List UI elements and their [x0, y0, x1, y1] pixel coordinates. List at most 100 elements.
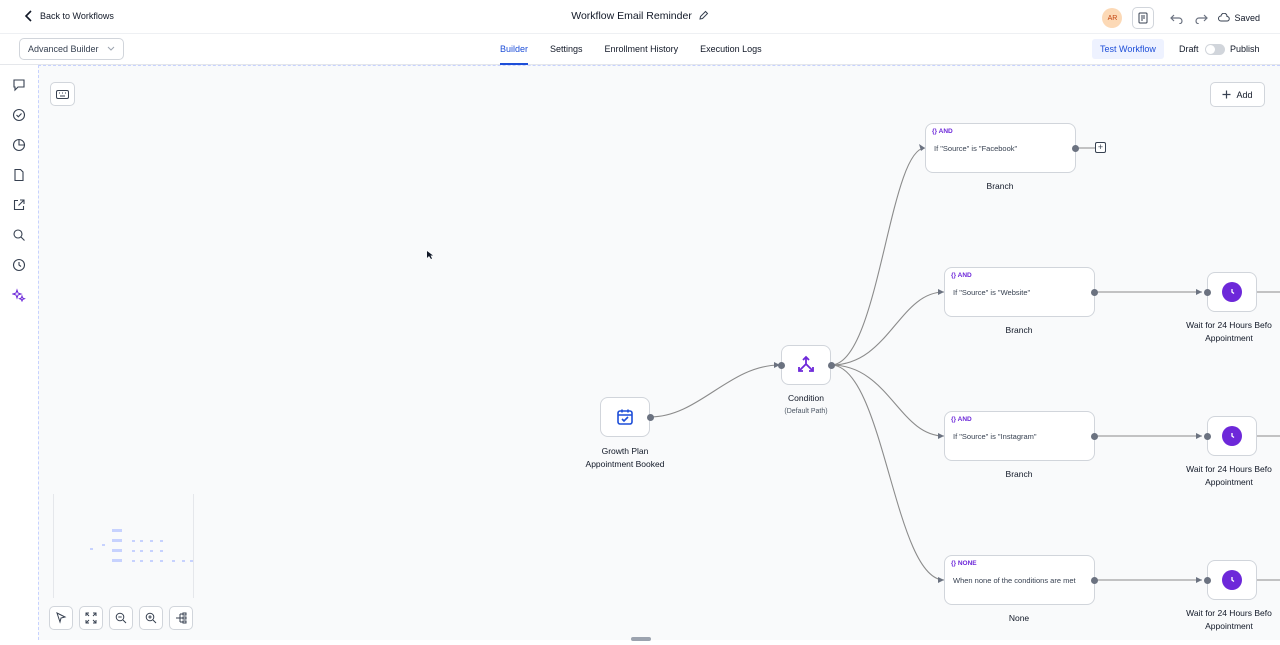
branch-condition: If "Source" is "Facebook" [934, 144, 1018, 153]
wait-label-line1: Wait for 24 Hours Befo [1186, 320, 1272, 330]
builder-mode-select[interactable]: Advanced Builder [19, 38, 124, 60]
branch-tag: {} AND [932, 128, 953, 135]
branch-node-instagram[interactable]: {} AND If "Source" is "Instagram" [944, 411, 1095, 461]
wait-label-line1: Wait for 24 Hours Befo [1186, 608, 1272, 618]
header-actions: AR Saved [1102, 7, 1260, 29]
workflow-canvas[interactable]: Add Growth Plan Appointment Booked Condi… [38, 65, 1280, 641]
top-bar: Back to Workflows Workflow Email Reminde… [0, 0, 1280, 34]
condition-input-handle[interactable] [778, 362, 785, 369]
wait-label-line1: Wait for 24 Hours Befo [1186, 464, 1272, 474]
branch-condition: If "Source" is "Instagram" [953, 432, 1037, 441]
back-to-workflows-link[interactable]: Back to Workflows [24, 10, 114, 22]
wait-label-line2: Appointment [1205, 477, 1253, 487]
tab-builder[interactable]: Builder [500, 34, 529, 65]
arrowhead-wait-1 [1196, 289, 1202, 295]
publish-toggle[interactable] [1205, 44, 1225, 55]
select-tool-button[interactable] [49, 606, 73, 630]
wait-3-label: Wait for 24 Hours Befo Appointment [1177, 607, 1280, 633]
tab-bar: Builder Settings Enrollment History Exec… [500, 34, 762, 65]
arrowhead-wait-2 [1196, 433, 1202, 439]
left-sidebar [0, 65, 38, 645]
wait-label-line2: Appointment [1205, 621, 1253, 631]
branch-node-facebook[interactable]: {} AND If "Source" is "Facebook" [925, 123, 1076, 173]
undo-icon[interactable] [1170, 12, 1184, 24]
branch-node-none[interactable]: {} NONE When none of the conditions are … [944, 555, 1095, 605]
wait-node-2[interactable] [1207, 416, 1257, 456]
wait-2-input-handle[interactable] [1204, 433, 1211, 440]
fit-view-button[interactable] [79, 606, 103, 630]
minimap[interactable] [53, 494, 194, 598]
cursor-icon [56, 612, 67, 624]
history-icon[interactable] [12, 258, 26, 272]
workflow-title[interactable]: Workflow Email Reminder [571, 10, 692, 22]
branch-1-output-handle[interactable] [1072, 145, 1079, 152]
wait-node-1[interactable] [1207, 272, 1257, 312]
wait-1-label: Wait for 24 Hours Befo Appointment [1177, 319, 1280, 345]
chat-icon[interactable] [12, 78, 26, 92]
workflow-title-wrap: Workflow Email Reminder [0, 10, 1280, 22]
trigger-label-line1: Growth Plan [601, 446, 649, 456]
branch-tag: {} AND [951, 416, 972, 423]
add-step-button[interactable]: + [1095, 142, 1106, 153]
zoom-in-icon [145, 612, 157, 624]
test-workflow-button[interactable]: Test Workflow [1092, 39, 1164, 59]
split-arrows-icon [798, 355, 814, 372]
chevron-down-icon [107, 46, 115, 51]
saved-label: Saved [1234, 13, 1260, 23]
branch-tag: {} NONE [951, 560, 977, 567]
zoom-out-button[interactable] [109, 606, 133, 630]
pencil-icon[interactable] [699, 10, 709, 20]
clock-icon [1222, 426, 1242, 446]
builder-mode-value: Advanced Builder [28, 44, 99, 54]
chevron-left-icon [24, 10, 32, 22]
condition-output-handle[interactable] [828, 362, 835, 369]
branch-2-output-handle[interactable] [1091, 289, 1098, 296]
condition-label: Condition (Default Path) [756, 392, 856, 418]
wait-node-3[interactable] [1207, 560, 1257, 600]
sparkle-icon[interactable] [12, 288, 26, 302]
trigger-node[interactable] [600, 397, 650, 437]
branch-4-label: None [1008, 613, 1030, 623]
trigger-label-line2: Appointment Booked [585, 459, 665, 469]
zoom-out-icon [115, 612, 127, 624]
document-icon[interactable] [12, 168, 26, 182]
tab-settings[interactable]: Settings [550, 34, 583, 65]
redo-icon[interactable] [1194, 12, 1209, 24]
check-circle-icon[interactable] [12, 108, 26, 122]
branch-3-output-handle[interactable] [1091, 433, 1098, 440]
arrowhead-wait-3 [1196, 577, 1202, 583]
branch-condition: If "Source" is "Website" [953, 288, 1031, 297]
cloud-icon [1218, 13, 1231, 22]
search-icon[interactable] [12, 228, 26, 242]
branch-condition: When none of the conditions are met [953, 576, 1076, 585]
calendar-check-icon [617, 409, 633, 425]
branch-4-output-handle[interactable] [1091, 577, 1098, 584]
notes-button[interactable] [1132, 7, 1155, 29]
branch-1-label: Branch [986, 181, 1014, 191]
layout-tree-icon [176, 612, 187, 624]
notes-icon [1138, 12, 1148, 24]
avatar[interactable]: AR [1102, 8, 1123, 28]
draft-label: Draft [1179, 44, 1199, 54]
branch-3-label: Branch [1005, 469, 1033, 479]
tab-enrollment-history[interactable]: Enrollment History [605, 34, 679, 65]
trigger-label: Growth Plan Appointment Booked [575, 445, 675, 471]
clock-icon [1222, 282, 1242, 302]
tab-execution-logs[interactable]: Execution Logs [700, 34, 762, 65]
resize-handle[interactable] [631, 637, 651, 641]
publish-label: Publish [1230, 44, 1260, 54]
pie-chart-icon[interactable] [12, 138, 26, 152]
mouse-cursor-icon [427, 251, 433, 259]
zoom-in-button[interactable] [139, 606, 163, 630]
external-link-icon[interactable] [12, 198, 26, 212]
expand-icon [85, 612, 97, 624]
edge-condition-branch-1 [830, 147, 926, 366]
wait-3-input-handle[interactable] [1204, 577, 1211, 584]
wait-2-label: Wait for 24 Hours Befo Appointment [1177, 463, 1280, 489]
auto-layout-button[interactable] [169, 606, 193, 630]
wait-1-input-handle[interactable] [1204, 289, 1211, 296]
condition-node[interactable] [781, 345, 831, 385]
branch-node-website[interactable]: {} AND If "Source" is "Website" [944, 267, 1095, 317]
trigger-output-handle[interactable] [647, 414, 654, 421]
clock-icon [1222, 570, 1242, 590]
